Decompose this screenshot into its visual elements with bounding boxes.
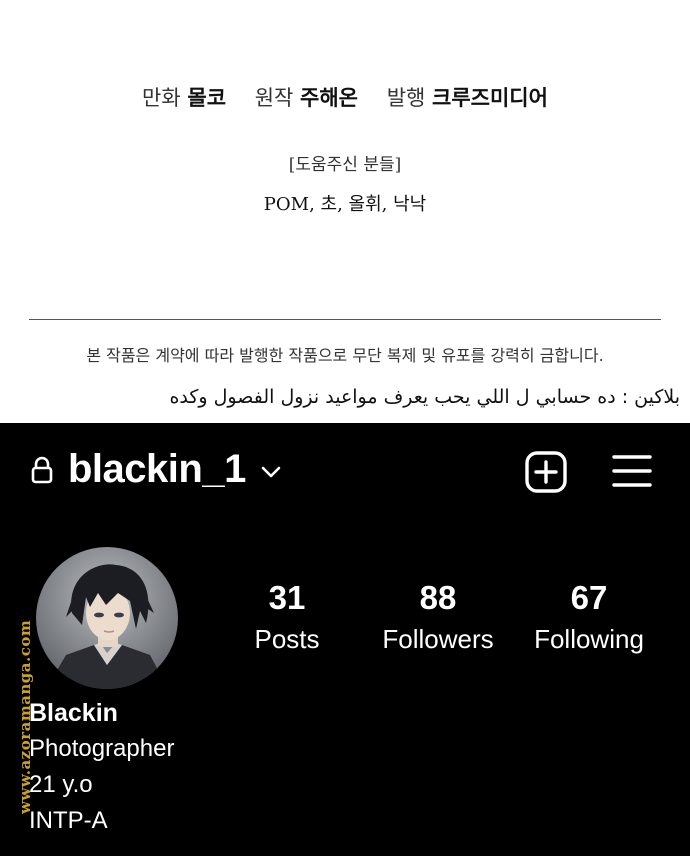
original-label: 원작 bbox=[254, 86, 294, 110]
publisher-name: 크루즈미디어 bbox=[432, 85, 548, 110]
username: blackin_1 bbox=[68, 447, 246, 491]
manhwa-name: 몰코 bbox=[187, 85, 227, 110]
credit-row: 만화 몰코 원작 주해온 발행 크루즈미디어 bbox=[0, 82, 690, 112]
profile-bio: Blackin Photographer 21 y.o INTP-A bbox=[29, 695, 174, 839]
bio-age: 21 y.o bbox=[29, 771, 93, 798]
chevron-down-icon bbox=[261, 466, 281, 477]
helpers-title: [도움주신 분들] bbox=[288, 155, 402, 175]
lock-icon bbox=[31, 456, 53, 483]
instagram-profile: blackin_1 31 Posts 88 Followers 67 Follo… bbox=[0, 423, 690, 856]
posts-stat[interactable]: 31 Posts bbox=[212, 578, 362, 656]
followers-label: Followers bbox=[382, 624, 494, 654]
followers-stat[interactable]: 88 Followers bbox=[363, 578, 513, 656]
posts-count: 31 bbox=[268, 579, 306, 616]
add-post-icon[interactable] bbox=[525, 451, 567, 493]
following-count: 67 bbox=[570, 579, 608, 616]
manhwa-label: 만화 bbox=[142, 86, 181, 110]
avatar[interactable] bbox=[36, 547, 178, 689]
following-stat[interactable]: 67 Following bbox=[514, 578, 664, 656]
menu-icon[interactable] bbox=[612, 453, 652, 489]
translator-note: بلاكين : ده حسابي ل اللي يحب يعرف مواعيد… bbox=[169, 386, 680, 408]
display-name: Blackin bbox=[29, 699, 118, 727]
original-name: 주해온 bbox=[300, 85, 358, 110]
following-label: Following bbox=[534, 624, 644, 654]
avatar-portrait bbox=[36, 547, 178, 689]
account-switcher[interactable]: blackin_1 bbox=[30, 447, 282, 492]
copyright-notice: 본 작품은 계약에 따라 발행한 작품으로 무단 복제 및 유포를 강력히 금합… bbox=[86, 346, 604, 365]
publisher-label: 발행 bbox=[386, 86, 426, 110]
helpers-names: POM, 초, 올휘, 낙낙 bbox=[263, 194, 427, 215]
followers-count: 88 bbox=[419, 579, 457, 616]
bio-personality: INTP-A bbox=[29, 807, 108, 834]
credits-page: 만화 몰코 원작 주해온 발행 크루즈미디어 [도움주신 분들] POM, 초,… bbox=[0, 0, 690, 423]
posts-label: Posts bbox=[254, 624, 320, 654]
divider bbox=[29, 319, 661, 320]
site-watermark: www.azoramanga.com bbox=[16, 619, 34, 814]
bio-occupation: Photographer bbox=[29, 735, 175, 762]
